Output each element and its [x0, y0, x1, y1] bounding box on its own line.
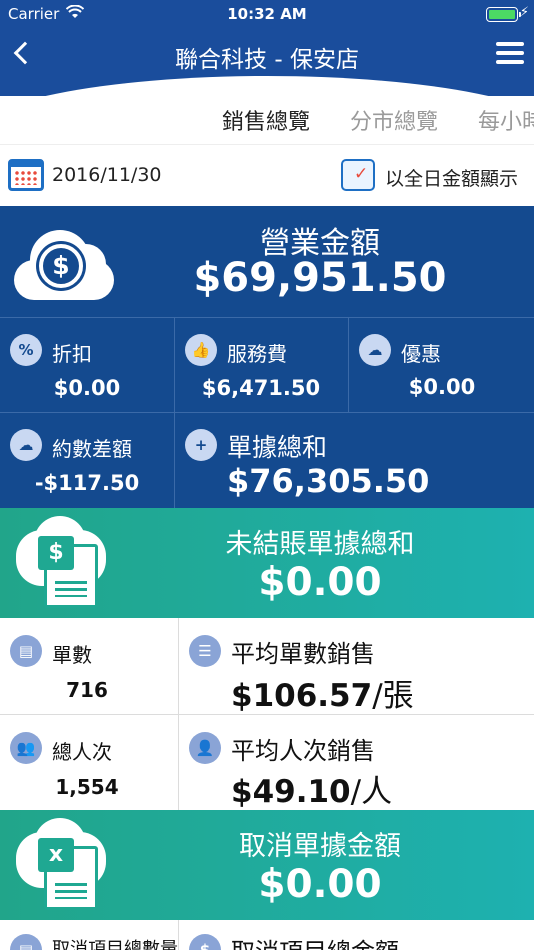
full-day-toggle[interactable]: 以全日金額顯示 [385, 164, 518, 191]
unsettled-value: $0.00 [258, 560, 382, 605]
cancelled-items-row: ▤ 取消項目總數量 $ 取消項目總金額 [0, 920, 534, 950]
group-icon: 👥 [10, 732, 42, 764]
service-fee-label: 服務費 [227, 342, 287, 366]
person-icon: 👤 [189, 732, 221, 764]
list-icon: ☰ [189, 635, 221, 667]
nav-curve [0, 76, 534, 96]
excel-doc-icon: x [16, 816, 112, 912]
calendar-icon[interactable] [8, 159, 44, 191]
guests-label: 總人次 [52, 740, 112, 764]
avg-guest-label: 平均人次銷售 [231, 737, 375, 765]
navigation-bar: Carrier 10:32 AM ⚡ 聯合科技 - 保安店 [0, 0, 534, 96]
orders-label: 單數 [52, 643, 92, 667]
rounding-label: 約數差額 [52, 437, 132, 461]
discount-label: 折扣 [52, 342, 92, 366]
date-row: 2016/11/30 以全日金額顯示 [0, 144, 534, 206]
divider [174, 317, 175, 508]
orders-value: 716 [66, 678, 108, 702]
tab-bar: 銷售總覽 分市總覽 每小時 [0, 96, 534, 144]
rounding-value: -$117.50 [34, 471, 140, 495]
menu-icon[interactable] [496, 42, 524, 68]
cloud-dollar-icon: $ [14, 224, 114, 302]
receipt-icon: ▤ [10, 934, 42, 950]
divider [348, 317, 349, 412]
battery-icon [486, 7, 521, 22]
cloud-icon: ☁ [10, 429, 42, 461]
revenue-value: $69,951.50 [193, 255, 447, 301]
promo-label: 優惠 [401, 342, 441, 366]
cloud-gift-icon: ☁ [359, 334, 391, 366]
date-label[interactable]: 2016/11/30 [52, 164, 162, 186]
bill-total-label: 單據總和 [227, 433, 328, 462]
promo-value: $0.00 [408, 375, 476, 399]
coin-icon: $ [189, 934, 221, 950]
charging-icon: ⚡ [519, 5, 529, 20]
bill-doc-icon: $ [16, 514, 112, 610]
divider [0, 412, 534, 413]
status-bar: Carrier 10:32 AM ⚡ [0, 0, 534, 28]
page-title: 聯合科技 - 保安店 [175, 47, 359, 73]
cloud-plus-icon: + [185, 429, 217, 461]
unsettled-label: 未結賬單據總和 [225, 529, 415, 560]
service-fee-value: $6,471.50 [201, 376, 321, 400]
receipt-icon: ▤ [10, 635, 42, 667]
tab-hourly[interactable]: 每小時 [478, 104, 534, 136]
tab-sales-overview[interactable]: 銷售總覽 [222, 104, 310, 136]
tab-branch-overview[interactable]: 分市總覽 [350, 104, 438, 136]
cancelled-qty-label: 取消項目總數量 [52, 939, 178, 950]
clock: 10:32 AM [227, 5, 307, 23]
divider [178, 920, 179, 950]
divider [0, 317, 534, 318]
discount-value: $0.00 [53, 376, 121, 400]
avg-order-label: 平均單數銷售 [231, 640, 375, 668]
thumbs-up-icon: 👍 [185, 334, 217, 366]
guests-value: 1,554 [55, 775, 119, 799]
calendar-check-icon[interactable] [341, 159, 375, 191]
cancelled-amount-label: 取消項目總金額 [231, 932, 399, 950]
avg-order-value: $106.57/張 [231, 678, 414, 714]
avg-guest-value: $49.10/人 [231, 774, 393, 810]
bill-total-value: $76,305.50 [227, 462, 430, 500]
cancelled-label: 取消單據金額 [239, 831, 401, 862]
cancelled-value: $0.00 [258, 862, 382, 907]
percent-icon: % [10, 334, 42, 366]
